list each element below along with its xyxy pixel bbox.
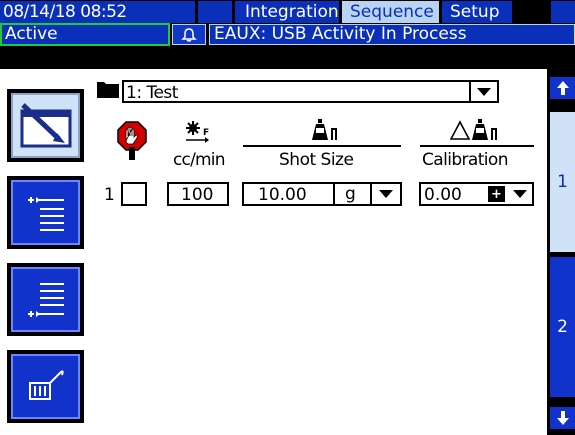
tab-integration-label: Integration	[245, 1, 339, 22]
tab-setup-label: Setup	[450, 1, 500, 22]
arrow-down-icon	[556, 411, 569, 425]
page-1-button[interactable]: 1	[550, 112, 575, 252]
stop-icon	[117, 121, 147, 160]
folder-icon	[97, 82, 119, 98]
shot-unit-value: g	[345, 184, 356, 204]
svg-text:F: F	[203, 128, 209, 138]
calibration-input[interactable]: 0.00 +	[419, 182, 534, 206]
tab-setup[interactable]: Setup	[442, 1, 512, 23]
insert-row-above-button[interactable]	[7, 176, 84, 249]
alarm-bell-button[interactable]	[172, 24, 206, 45]
page-2-label: 2	[557, 317, 568, 337]
page-2-button[interactable]: 2	[550, 257, 575, 397]
content-area: 1: Test F cc/min Shot Size Calibration 1…	[0, 69, 547, 435]
chevron-down-icon	[512, 190, 527, 198]
scroll-down-button[interactable]	[550, 407, 575, 429]
row-index: 1	[104, 185, 115, 205]
insert-above-icon	[27, 196, 64, 231]
tab-integration[interactable]: Integration	[235, 1, 339, 23]
scale-weight-icon	[312, 119, 337, 140]
status-message: EAUX: USB Activity In Process	[209, 24, 575, 45]
insert-row-below-button[interactable]	[7, 263, 84, 336]
sequence-dropdown-toggle[interactable]	[469, 82, 497, 101]
edit-sequence-button[interactable]	[7, 89, 84, 162]
calibration-sign-badge: +	[488, 186, 505, 202]
flow-rate-input[interactable]: 100	[167, 182, 229, 206]
status-badge: Active	[0, 23, 170, 46]
bell-icon	[181, 27, 197, 42]
clear-row-button[interactable]	[7, 350, 84, 423]
header-blank-button[interactable]	[198, 1, 232, 23]
tab-sequence[interactable]: Sequence	[342, 1, 439, 23]
status-message-text: EAUX: USB Activity In Process	[214, 24, 467, 44]
chevron-down-icon	[379, 190, 393, 198]
sequence-dropdown-value: 1: Test	[126, 83, 178, 103]
status-label: Active	[5, 24, 58, 44]
flow-rate-value: 100	[181, 185, 214, 205]
shot-size-input[interactable]: 10.00 g	[242, 182, 402, 206]
shot-size-header: Shot Size	[279, 150, 354, 170]
row-enable-checkbox[interactable]	[121, 182, 147, 206]
eraser-icon	[28, 369, 64, 400]
shot-size-rule	[243, 145, 401, 147]
tab-more[interactable]	[551, 1, 575, 23]
calibration-rule	[420, 145, 534, 147]
calibration-weight-icon	[450, 119, 497, 140]
calibration-dropdown-toggle[interactable]	[507, 184, 532, 204]
scroll-up-button[interactable]	[550, 77, 575, 99]
rate-unit-label: cc/min	[173, 150, 225, 170]
pencil-edit-icon	[20, 102, 71, 147]
calibration-value: 0.00	[424, 185, 462, 205]
header-bar: 08/14/18 08:52 Integration Sequence Setu…	[0, 0, 575, 46]
insert-below-icon	[27, 282, 64, 317]
flow-rate-icon: F	[186, 121, 209, 143]
tab-sequence-label: Sequence	[350, 1, 434, 22]
arrow-up-icon	[556, 81, 569, 95]
page-1-label: 1	[557, 172, 568, 192]
shot-size-value: 10.00	[258, 185, 307, 205]
calibration-sign: +	[491, 186, 502, 202]
page-scroll-column: 1 2	[547, 69, 575, 435]
chevron-down-icon	[477, 87, 491, 96]
shot-unit-dropdown-toggle[interactable]	[372, 184, 400, 204]
shot-unit-divider-a	[333, 184, 335, 204]
sequence-dropdown[interactable]: 1: Test	[122, 80, 499, 103]
calibration-header: Calibration	[422, 150, 509, 170]
datetime-display: 08/14/18 08:52	[0, 1, 195, 23]
